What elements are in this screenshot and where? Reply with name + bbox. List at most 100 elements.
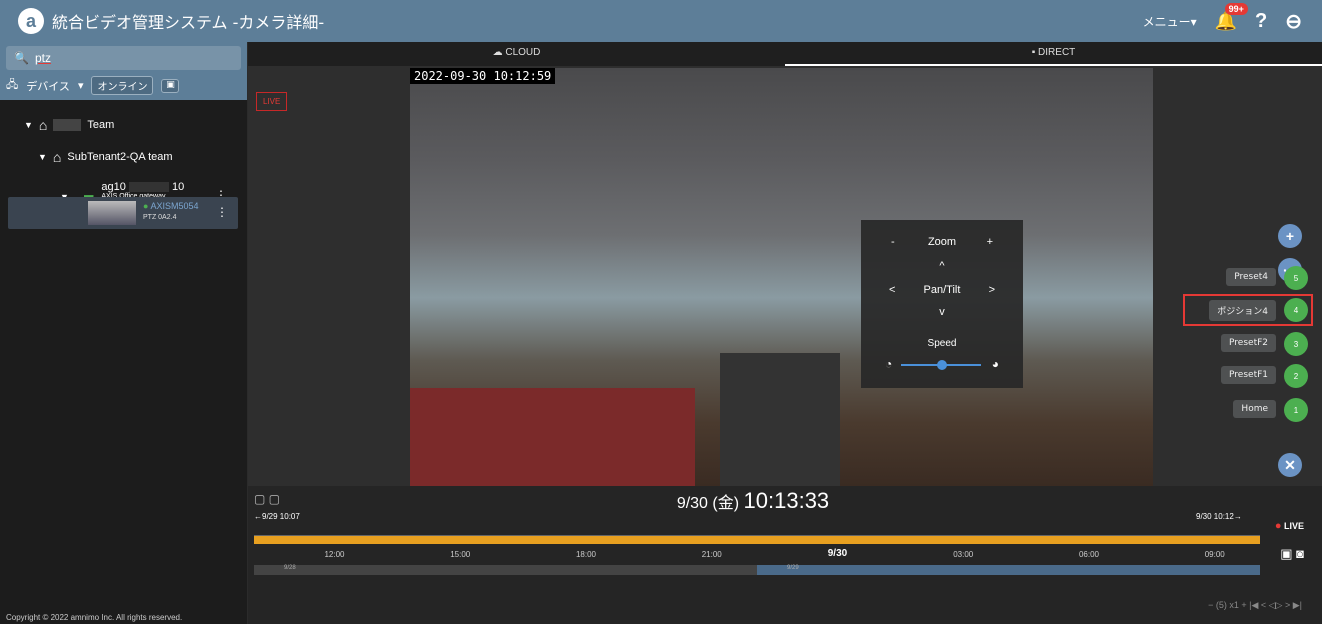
timeline-date: 9/30 — [676, 495, 708, 512]
redacted-block — [53, 119, 82, 131]
live-button[interactable]: ● LIVE — [1275, 520, 1304, 532]
tab-cloud-label: CLOUD — [505, 47, 541, 58]
video-scene-pillar — [720, 353, 840, 486]
online-filter-button[interactable]: オンライン — [91, 76, 154, 95]
speed-slider-handle[interactable] — [937, 360, 947, 370]
tree-node-subtenant[interactable]: ▼ ⌂ SubTenant2-QA team — [38, 146, 247, 168]
camera-tags: PTZ 0A2.4 — [143, 214, 177, 221]
preset-number[interactable]: 1 — [1284, 398, 1308, 422]
preset-button[interactable]: Home — [1233, 400, 1276, 418]
day-row[interactable]: 9/28 9/29 — [254, 565, 1260, 575]
tab-direct-label: DIRECT — [1038, 47, 1076, 58]
calendar-icon[interactable]: ▣ — [1280, 546, 1292, 561]
speed-fast-icon: ◕ — [991, 357, 999, 371]
speed-slider[interactable] — [901, 360, 981, 370]
preset-button[interactable]: Preset4 — [1226, 268, 1276, 286]
live-tag: LIVE — [256, 92, 288, 111]
timeline-ruler[interactable] — [254, 516, 1260, 536]
filter-row: 🖧 デバイス ▾ オンライン ▣ — [6, 76, 241, 95]
tick-label: 12:00 — [324, 550, 345, 559]
tick-label: 03:00 — [953, 550, 974, 559]
gateway-name: ag10 — [101, 181, 126, 193]
video-area: LIVE 2022-09-30 10:12:59 - Zoom + ^ < Pa… — [248, 66, 1322, 486]
sidebar-filters: 🔍 ptz 🖧 デバイス ▾ オンライン ▣ — [0, 42, 247, 100]
top-bar: a 統合ビデオ管理システム -カメラ詳細- メニュー▾ 🔔 99+ ? ⊖ — [0, 0, 1322, 42]
tick-label: 18:00 — [575, 550, 596, 559]
account-icon[interactable]: ⊖ — [1285, 9, 1302, 34]
timeline: ▢ ▢ 9/30 (金) 10:13:33 ←9/29 10:07 9/30 1… — [248, 486, 1322, 624]
preset-number[interactable]: 3 — [1284, 332, 1308, 356]
chevron-down-icon[interactable]: ▾ — [78, 79, 84, 92]
tick-label: 09:00 — [1204, 550, 1225, 559]
speed-slow-icon: ◔ — [885, 357, 893, 371]
speed-label: Speed — [927, 338, 957, 349]
tick-label: 06:00 — [1078, 550, 1099, 559]
tilt-up-button[interactable]: ^ — [861, 260, 1023, 272]
preset-button[interactable]: ポジション4 — [1209, 300, 1276, 321]
tree-node-camera[interactable]: ● AXISM5054 PTZ 0A2.4 ⋮ — [8, 197, 238, 229]
camera-thumbnail — [88, 201, 136, 225]
preset-row: Home 1 — [1183, 394, 1318, 426]
main-area: ☁ CLOUD ▪ DIRECT LIVE 2022-09-30 10:12:5… — [248, 42, 1322, 624]
redacted-block — [128, 182, 169, 193]
pan-right-button[interactable]: > — [989, 284, 995, 296]
tree-label-team: Team — [87, 119, 115, 131]
search-value: ptz — [34, 51, 51, 65]
more-vert-icon[interactable]: ⋮ — [216, 205, 228, 219]
tick-row: 12:00 15:00 18:00 21:00 9/30 03:00 06:00… — [254, 548, 1260, 564]
tick-label: 9/30 — [827, 548, 848, 559]
timeline-weekday: (金) — [712, 495, 740, 512]
playback-controls[interactable]: − (5) x1 + |◀ < ◁▷ > ▶| — [1208, 600, 1302, 611]
tab-cloud[interactable]: ☁ CLOUD — [248, 42, 785, 66]
video-scene-wall — [410, 388, 695, 486]
timeline-tools: ▣ ◙ — [1280, 546, 1304, 562]
zoom-label: Zoom — [927, 236, 957, 248]
tree-node-team[interactable]: ▼ ⌂ Team — [24, 114, 247, 136]
close-icon: ✕ — [1284, 456, 1296, 473]
tab-direct[interactable]: ▪ DIRECT — [785, 42, 1322, 66]
tick-label: 21:00 — [701, 550, 722, 559]
preset-number[interactable]: 5 — [1284, 266, 1308, 290]
zoom-in-button[interactable]: + — [987, 236, 993, 248]
preset-button[interactable]: PresetF2 — [1221, 334, 1276, 352]
preset-button[interactable]: PresetF1 — [1221, 366, 1276, 384]
live-dot-icon: ● — [1274, 520, 1282, 532]
device-tree-icon: 🖧 — [6, 78, 19, 91]
app-title: 統合ビデオ管理システム -カメラ詳細- — [52, 13, 325, 32]
video-timestamp: 2022-09-30 10:12:59 — [410, 68, 556, 84]
save-icon[interactable]: ▣ — [161, 78, 180, 93]
day-segment: 9/29 — [757, 565, 1260, 575]
caret-down-icon[interactable]: ▼ — [24, 120, 33, 130]
pantilt-label: Pan/Tilt — [923, 284, 961, 296]
device-tree: ▼ ⌂ Team ▼ ⌂ SubTenant2-QA team ▼ ▃▅ ag1… — [0, 102, 247, 206]
device-dropdown[interactable]: デバイス — [26, 78, 70, 94]
help-icon[interactable]: ? — [1255, 10, 1267, 33]
camera-snapshot-icon[interactable]: ◙ — [1296, 546, 1304, 561]
add-preset-button[interactable]: + — [1278, 224, 1302, 248]
preset-number[interactable]: 4 — [1284, 298, 1308, 322]
online-status-dot-icon: ● — [143, 201, 149, 211]
tree-label-subtenant: SubTenant2-QA team — [67, 151, 173, 163]
camera-name: AXISM5054 — [150, 201, 199, 211]
recording-bar[interactable] — [254, 536, 1260, 544]
close-presets-button[interactable]: ✕ — [1278, 453, 1302, 477]
camera-name-row: ● AXISM5054 — [143, 201, 198, 211]
notification-button[interactable]: 🔔 99+ — [1215, 2, 1248, 32]
menu-button[interactable]: メニュー▾ — [1143, 13, 1197, 30]
source-tabs: ☁ CLOUD ▪ DIRECT — [248, 42, 1322, 66]
preset-number[interactable]: 2 — [1284, 364, 1308, 388]
gateway-suffix: 10 — [172, 181, 185, 193]
search-input[interactable]: 🔍 ptz — [6, 46, 241, 70]
caret-down-icon[interactable]: ▼ — [38, 152, 47, 162]
notification-badge: 99+ — [1224, 2, 1248, 15]
gateway-name-row: ag10 10 — [101, 181, 184, 193]
app-logo: a — [18, 8, 44, 34]
day-segment: 9/28 — [284, 565, 296, 571]
tilt-down-button[interactable]: v — [861, 306, 1023, 318]
camera-video[interactable]: 2022-09-30 10:12:59 - Zoom + ^ < Pan/Til… — [410, 68, 1153, 486]
sidebar: 🔍 ptz 🖧 デバイス ▾ オンライン ▣ ▼ ⌂ Team ▼ ⌂ SubT… — [0, 42, 247, 624]
timeline-current-time: 9/30 (金) 10:13:33 — [248, 488, 1258, 514]
preset-row: Preset4 5 — [1183, 262, 1318, 294]
home-icon: ⌂ — [52, 149, 62, 165]
copyright: Copyright © 2022 amnimo Inc. All rights … — [6, 613, 183, 622]
